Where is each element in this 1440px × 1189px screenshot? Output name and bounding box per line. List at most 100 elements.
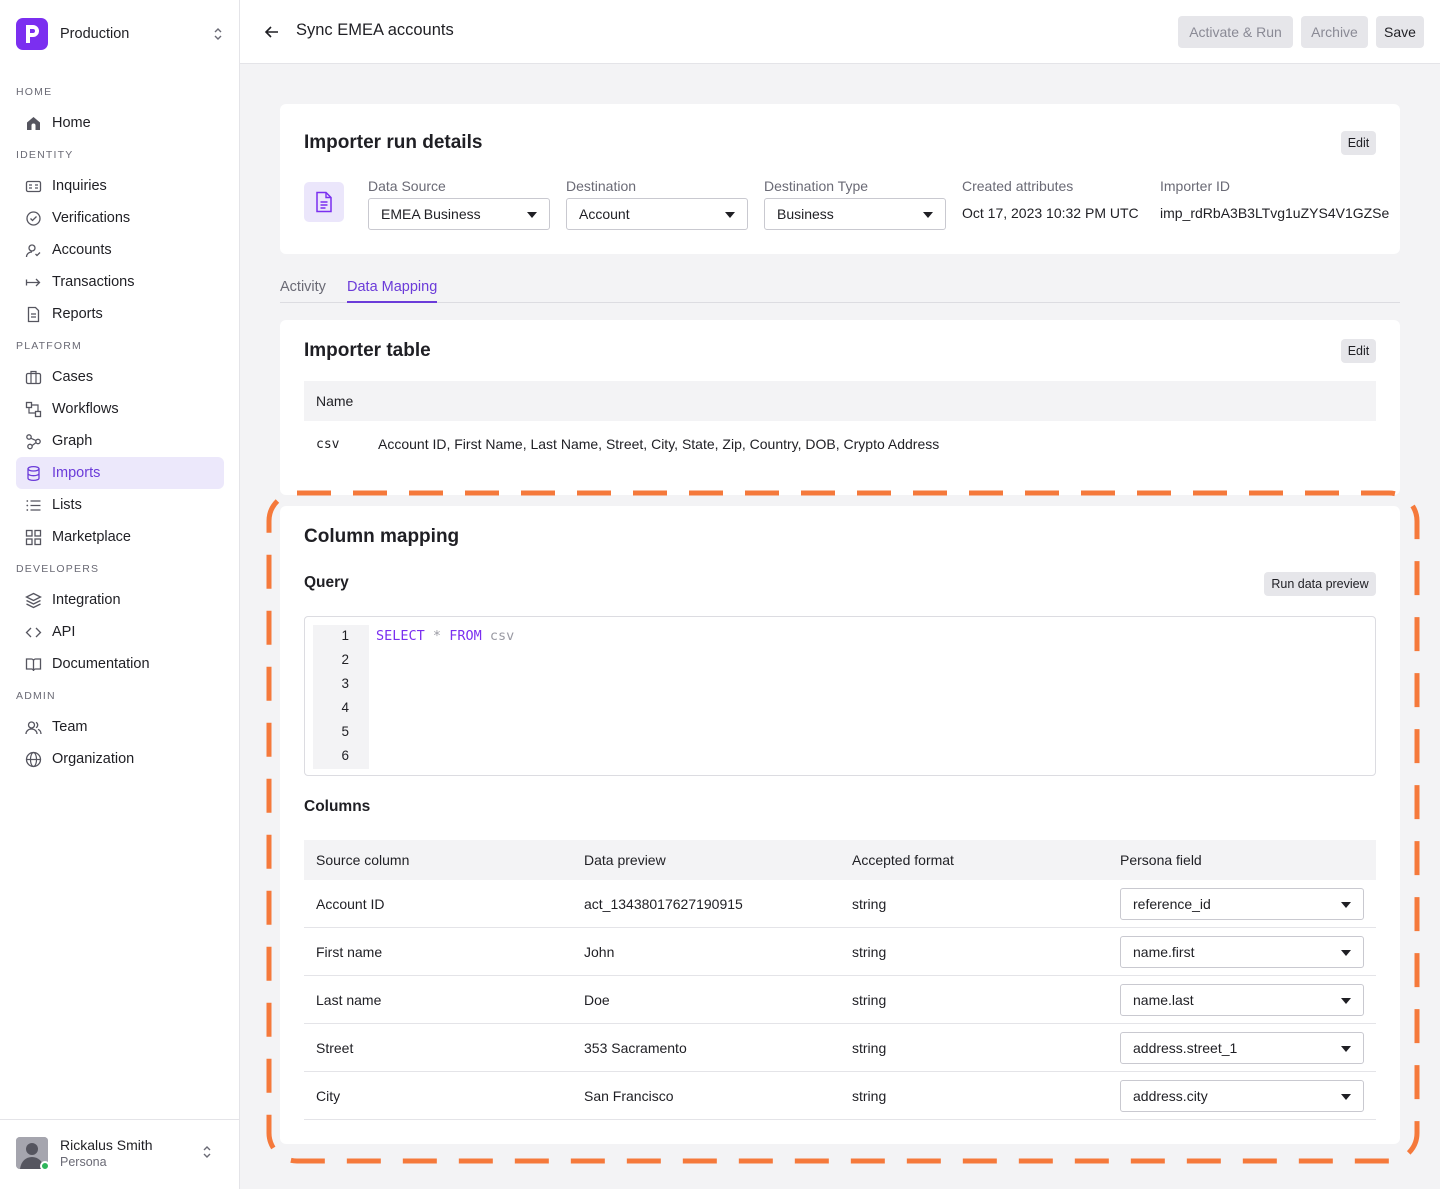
source-column-cell: Account ID	[316, 896, 385, 912]
persona-field-select[interactable]: reference_id	[1120, 888, 1364, 920]
archive-button[interactable]: Archive	[1301, 16, 1368, 48]
data-source-select[interactable]: EMEA Business	[368, 198, 550, 230]
destination-value: Account	[579, 206, 630, 222]
transfer-icon	[24, 273, 42, 291]
run-data-preview-button[interactable]: Run data preview	[1264, 572, 1376, 596]
destination-type-select[interactable]: Business	[764, 198, 946, 230]
table-row: First name John string name.first	[304, 928, 1376, 976]
columns-heading: Columns	[304, 798, 371, 815]
persona-field-select[interactable]: address.street_1	[1120, 1032, 1364, 1064]
sidebar-item-graph[interactable]: Graph	[16, 425, 224, 457]
tab-activity[interactable]: Activity	[280, 279, 326, 303]
source-column-cell: First name	[316, 944, 383, 960]
sidebar-item-label: Integration	[52, 592, 121, 608]
query-editor[interactable]: 1 2 3 4 5 6 SELECT * FROM csv	[304, 616, 1376, 776]
sidebar-item-workflows[interactable]: Workflows	[16, 393, 224, 425]
accepted-format-cell: string	[852, 1040, 887, 1056]
sidebar-item-label: Imports	[52, 465, 101, 481]
destination-label: Destination	[566, 178, 637, 194]
sql-operator: *	[432, 628, 442, 644]
accepted-format-cell: string	[852, 992, 887, 1008]
table-name-cell: csv	[316, 437, 340, 452]
sidebar-item-label: Lists	[52, 497, 82, 513]
sidebar-item-cases[interactable]: Cases	[16, 361, 224, 393]
destination-type-value: Business	[777, 206, 834, 222]
sidebar-item-home[interactable]: Home	[16, 107, 224, 139]
id-card-icon	[24, 177, 42, 195]
persona-field-value: reference_id	[1133, 896, 1211, 912]
sidebar-item-label: Organization	[52, 751, 135, 767]
briefcase-icon	[24, 368, 42, 386]
home-icon	[24, 114, 42, 132]
importer-id-value: imp_rdRbA3B3LTvg1uZYS4V1GZSe	[1160, 205, 1390, 221]
destination-type-label: Destination Type	[764, 178, 869, 194]
sidebar-item-imports[interactable]: Imports	[16, 457, 224, 489]
sidebar-item-organization[interactable]: Organization	[16, 743, 224, 775]
importer-table-card: Importer table Edit Name csv Account ID,…	[280, 320, 1400, 495]
card-title: Column mapping	[304, 526, 460, 547]
sidebar-item-documentation[interactable]: Documentation	[16, 648, 224, 680]
source-column-cell: Last name	[316, 992, 382, 1008]
persona-field-select[interactable]: name.first	[1120, 936, 1364, 968]
sidebar-item-label: Verifications	[52, 210, 131, 226]
sidebar-item-inquiries[interactable]: Inquiries	[16, 170, 224, 202]
caret-down-icon	[1341, 1094, 1351, 1100]
sidebar-item-label: Home	[52, 115, 91, 131]
column-mapping-card: Column mapping Query Run data preview 1 …	[280, 506, 1400, 1144]
data-preview-cell: 353 Sacramento	[584, 1040, 687, 1056]
sidebar-item-marketplace[interactable]: Marketplace	[16, 521, 224, 553]
tab-bar: Activity Data Mapping	[280, 270, 1400, 303]
source-column-cell: City	[316, 1088, 341, 1104]
accepted-format-cell: string	[852, 896, 887, 912]
destination-select[interactable]: Account	[566, 198, 748, 230]
user-menu[interactable]: Rickalus Smith Persona	[0, 1119, 239, 1189]
table-row: Account ID act_13438017627190915 string …	[304, 880, 1376, 928]
sidebar-item-reports[interactable]: Reports	[16, 298, 224, 330]
sidebar-item-lists[interactable]: Lists	[16, 489, 224, 521]
sidebar-item-transactions[interactable]: Transactions	[16, 266, 224, 298]
card-title: Importer table	[304, 340, 431, 361]
section-label-home: HOME	[16, 86, 53, 98]
save-button[interactable]: Save	[1376, 16, 1424, 48]
activate-run-button[interactable]: Activate & Run	[1178, 16, 1293, 48]
caret-down-icon	[1341, 998, 1351, 1004]
line-number: 1	[341, 628, 349, 643]
data-preview-cell: act_13438017627190915	[584, 896, 743, 912]
list-icon	[24, 496, 42, 514]
online-status-dot	[40, 1161, 50, 1171]
tab-data-mapping[interactable]: Data Mapping	[347, 279, 438, 303]
line-number: 2	[341, 652, 349, 667]
line-number: 4	[341, 700, 349, 715]
line-number-gutter: 1 2 3 4 5 6	[313, 625, 369, 769]
org-switcher[interactable]: Production	[16, 17, 224, 51]
importer-id-label: Importer ID	[1160, 178, 1231, 194]
sidebar-item-integration[interactable]: Integration	[16, 584, 224, 616]
sidebar-item-api[interactable]: API	[16, 616, 224, 648]
chevron-updown-icon	[214, 28, 222, 40]
edit-button[interactable]: Edit	[1341, 339, 1376, 363]
sidebar-item-accounts[interactable]: Accounts	[16, 234, 224, 266]
persona-field-select[interactable]: address.city	[1120, 1080, 1364, 1112]
sidebar-item-team[interactable]: Team	[16, 711, 224, 743]
column-header-source: Source column	[316, 852, 410, 868]
top-bar: Sync EMEA accounts Activate & Run Archiv…	[240, 0, 1440, 64]
team-icon	[24, 718, 42, 736]
sql-table: csv	[489, 628, 515, 644]
caret-down-icon	[527, 212, 537, 218]
importer-run-details-card: Importer run details Edit Data Source EM…	[280, 104, 1400, 254]
created-attributes-label: Created attributes	[962, 178, 1074, 194]
caret-down-icon	[1341, 950, 1351, 956]
workflow-icon	[24, 400, 42, 418]
persona-field-select[interactable]: name.last	[1120, 984, 1364, 1016]
sidebar-item-verifications[interactable]: Verifications	[16, 202, 224, 234]
caret-down-icon	[1341, 902, 1351, 908]
check-circle-icon	[24, 209, 42, 227]
report-icon	[24, 305, 42, 323]
data-source-label: Data Source	[368, 178, 446, 194]
user-check-icon	[24, 241, 42, 259]
back-arrow-icon[interactable]	[262, 22, 282, 42]
sidebar-item-label: Inquiries	[52, 178, 107, 194]
caret-down-icon	[923, 212, 933, 218]
edit-button[interactable]: Edit	[1341, 131, 1376, 155]
card-title: Importer run details	[304, 132, 483, 153]
